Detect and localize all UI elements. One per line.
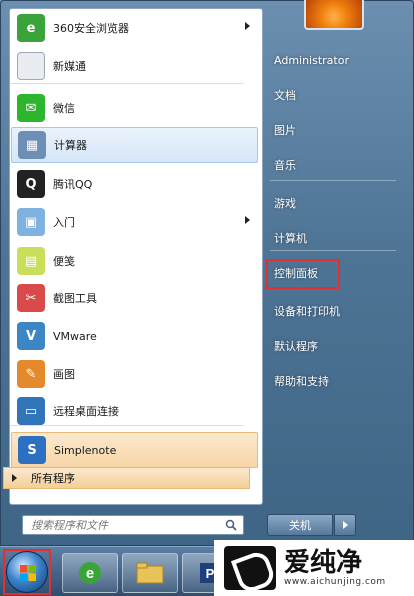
program-item-label: 360安全浏览器 xyxy=(53,22,129,35)
right-item-computer[interactable]: 计算机 xyxy=(268,225,398,251)
snipping-tool-icon: ✂ xyxy=(17,284,45,312)
program-item[interactable]: ▤ 便笺 xyxy=(11,243,258,279)
right-item-music[interactable]: 音乐 xyxy=(268,152,398,178)
program-item-label: 计算器 xyxy=(54,139,87,152)
right-item-pictures[interactable]: 图片 xyxy=(268,117,398,143)
program-item-label: 便笺 xyxy=(53,255,75,268)
program-item-label: 远程桌面连接 xyxy=(53,405,119,418)
taskbar-360-browser-button[interactable]: e xyxy=(62,553,118,593)
shutdown-button[interactable]: 关机 xyxy=(267,514,333,536)
search-icon[interactable] xyxy=(225,519,237,531)
program-item[interactable]: e 360安全浏览器 xyxy=(11,10,258,46)
wechat-icon: ✉ xyxy=(17,94,45,122)
control-panel-highlight-box xyxy=(266,259,340,289)
right-item-label: 游戏 xyxy=(274,197,296,210)
program-item[interactable]: ▭ 远程桌面连接 xyxy=(11,393,258,429)
program-item-label: 腾讯QQ xyxy=(53,178,93,191)
right-item-games[interactable]: 游戏 xyxy=(268,190,398,216)
program-item-label: Simplenote xyxy=(54,443,117,457)
qq-penguin-icon: Q xyxy=(17,170,45,198)
right-item-label: 计算机 xyxy=(274,232,307,245)
program-item-label: 微信 xyxy=(53,102,75,115)
shutdown-options-button[interactable] xyxy=(334,514,356,536)
shutdown-arrow-icon xyxy=(342,521,348,529)
calculator-icon: ▦ xyxy=(18,131,46,159)
program-item-label: VMware xyxy=(53,329,97,343)
program-item[interactable]: S Simplenote xyxy=(11,432,258,468)
program-item-label: 截图工具 xyxy=(53,292,97,305)
search-input[interactable]: 搜索程序和文件 xyxy=(22,515,244,535)
right-item-label: 文档 xyxy=(274,89,296,102)
program-item[interactable]: 新媒通 xyxy=(11,48,258,84)
right-item-devices-printers[interactable]: 设备和打印机 xyxy=(268,298,398,324)
start-button-highlight-box xyxy=(3,549,51,595)
vmware-icon: V xyxy=(17,322,45,350)
submenu-arrow-icon xyxy=(245,216,250,224)
watermark-text: 爱纯净 xyxy=(284,548,363,578)
watermark-logo-icon xyxy=(224,546,276,590)
submenu-arrow-icon xyxy=(245,22,250,30)
program-item-label: 画图 xyxy=(53,368,75,381)
360-browser-icon: e xyxy=(17,14,45,42)
program-item[interactable]: ✎ 画图 xyxy=(11,356,258,392)
program-item[interactable]: Q 腾讯QQ xyxy=(11,166,258,202)
sticky-notes-icon: ▤ xyxy=(17,247,45,275)
program-item-label: 入门 xyxy=(53,216,75,229)
getting-started-icon: ▣ xyxy=(17,208,45,236)
watermark: 爱纯净 www.aichunjing.com xyxy=(214,540,414,596)
right-item-help-support[interactable]: 帮助和支持 xyxy=(268,368,398,394)
all-programs-button[interactable]: 所有程序 xyxy=(3,467,250,489)
program-item[interactable]: ▦ 计算器 xyxy=(11,127,258,163)
taskbar-explorer-button[interactable] xyxy=(122,553,178,593)
right-item-label: 帮助和支持 xyxy=(274,375,329,388)
right-item-default-programs[interactable]: 默认程序 xyxy=(268,333,398,359)
right-item-administrator[interactable]: Administrator xyxy=(268,47,398,73)
expand-arrow-icon xyxy=(12,474,17,482)
user-picture-avatar[interactable] xyxy=(304,0,364,30)
right-item-label: 音乐 xyxy=(274,159,296,172)
right-separator xyxy=(270,180,396,181)
paint-icon: ✎ xyxy=(17,360,45,388)
right-item-label: 设备和打印机 xyxy=(274,305,340,318)
search-placeholder: 搜索程序和文件 xyxy=(31,519,108,532)
right-item-label: Administrator xyxy=(274,53,349,67)
program-item[interactable]: V VMware xyxy=(11,318,258,354)
right-item-documents[interactable]: 文档 xyxy=(268,82,398,108)
all-programs-label: 所有程序 xyxy=(31,472,75,485)
svg-text:e: e xyxy=(86,565,94,582)
program-item[interactable]: ▣ 入门 xyxy=(11,204,258,240)
program-item[interactable]: ✂ 截图工具 xyxy=(11,280,258,316)
360-browser-icon: e xyxy=(79,562,101,584)
watermark-url: www.aichunjing.com xyxy=(284,577,386,587)
right-item-label: 图片 xyxy=(274,124,296,137)
right-item-label: 默认程序 xyxy=(274,340,318,353)
simplenote-icon: S xyxy=(18,436,46,464)
document-icon xyxy=(17,52,45,80)
folder-icon xyxy=(136,562,164,584)
remote-desktop-icon: ▭ xyxy=(17,397,45,425)
shutdown-label: 关机 xyxy=(289,519,311,532)
program-item[interactable]: ✉ 微信 xyxy=(11,90,258,126)
program-item-label: 新媒通 xyxy=(53,60,86,73)
